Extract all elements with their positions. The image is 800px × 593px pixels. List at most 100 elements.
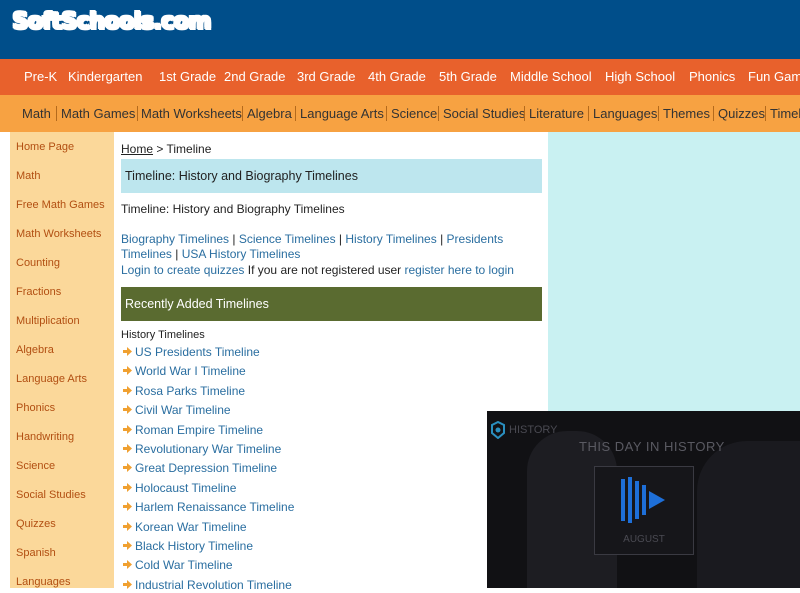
timeline-link[interactable]: Cold War Timeline	[135, 557, 233, 573]
timeline-link[interactable]: Rosa Parks Timeline	[135, 383, 245, 399]
nav-high-school[interactable]: High School	[605, 59, 675, 95]
arrow-right-icon	[123, 385, 132, 395]
nav-5th-grade[interactable]: 5th Grade	[439, 59, 497, 95]
video-background-figure	[697, 441, 800, 588]
timeline-link[interactable]: Civil War Timeline	[135, 402, 231, 418]
video-thumbnail[interactable]: AUGUST	[594, 466, 694, 555]
timeline-link[interactable]: Korean War Timeline	[135, 519, 247, 535]
breadcrumb-separator: >	[153, 142, 167, 156]
site-logo[interactable]: SoftSchools.com	[12, 9, 211, 35]
nav-timelines[interactable]: Timel	[770, 95, 800, 132]
timeline-link[interactable]: Revolutionary War Timeline	[135, 441, 281, 457]
sidebar-item-free-math-games[interactable]: Free Math Games	[16, 197, 105, 213]
nav-separator	[137, 106, 138, 121]
timeline-link[interactable]: Holocaust Timeline	[135, 480, 236, 496]
science-timelines-link[interactable]: Science Timelines	[239, 232, 336, 246]
login-line: Login to create quizzes If you are not r…	[121, 263, 514, 278]
nav-fun-games[interactable]: Fun Gam	[748, 59, 800, 95]
nav-literature[interactable]: Literature	[529, 95, 584, 132]
breadcrumb-home-link[interactable]: Home	[121, 142, 153, 156]
timeline-link[interactable]: Industrial Revolution Timeline	[135, 577, 292, 593]
nav-middle-school[interactable]: Middle School	[510, 59, 592, 95]
sidebar-item-social-studies[interactable]: Social Studies	[16, 487, 86, 503]
login-middle-text: If you are not registered user	[244, 263, 405, 277]
arrow-right-icon	[123, 560, 132, 570]
nav-4th-grade[interactable]: 4th Grade	[368, 59, 426, 95]
nav-science[interactable]: Science	[391, 95, 437, 132]
category-links-line-2: Timelines | USA History Timelines	[121, 247, 300, 262]
timeline-link[interactable]: Harlem Renaissance Timeline	[135, 499, 294, 515]
sidebar-item-handwriting[interactable]: Handwriting	[16, 429, 74, 445]
usa-history-timelines-link[interactable]: USA History Timelines	[182, 247, 301, 261]
nav-separator	[295, 106, 296, 121]
nav-separator	[56, 106, 57, 121]
sidebar-item-algebra[interactable]: Algebra	[16, 342, 54, 358]
sidebar-item-science[interactable]: Science	[16, 458, 55, 474]
arrow-right-icon	[123, 502, 132, 512]
sidebar-item-phonics[interactable]: Phonics	[16, 400, 55, 416]
nav-2nd-grade[interactable]: 2nd Grade	[224, 59, 285, 95]
presidents-timelines-link-cont[interactable]: Timelines	[121, 247, 172, 261]
sidebar-item-home-page[interactable]: Home Page	[16, 139, 74, 155]
nav-phonics[interactable]: Phonics	[689, 59, 735, 95]
page-title-bar: Timeline: History and Biography Timeline…	[121, 159, 542, 193]
sidebar-item-multiplication[interactable]: Multiplication	[16, 313, 80, 329]
arrow-right-icon	[123, 405, 132, 415]
timeline-link[interactable]: World War I Timeline	[135, 363, 246, 379]
subheading: Timeline: History and Biography Timeline…	[121, 202, 345, 216]
nav-themes[interactable]: Themes	[663, 95, 710, 132]
nav-separator	[438, 106, 439, 121]
sidebar: Home Page Math Free Math Games Math Work…	[10, 132, 114, 588]
history-logo-icon	[491, 421, 505, 439]
nav-quizzes[interactable]: Quizzes	[718, 95, 765, 132]
breadcrumb: Home > Timeline	[121, 141, 211, 157]
link-separator: |	[171, 247, 182, 261]
nav-math[interactable]: Math	[22, 95, 51, 132]
nav-language-arts[interactable]: Language Arts	[300, 95, 384, 132]
timeline-link[interactable]: Black History Timeline	[135, 538, 253, 554]
ad-panel	[548, 132, 800, 411]
arrow-right-icon	[123, 444, 132, 453]
nav-separator	[386, 106, 387, 121]
nav-languages[interactable]: Languages	[593, 95, 657, 132]
nav-math-worksheets[interactable]: Math Worksheets	[141, 95, 242, 132]
sidebar-item-fractions[interactable]: Fractions	[16, 284, 61, 300]
arrow-right-icon	[123, 366, 132, 376]
timeline-link[interactable]: Roman Empire Timeline	[135, 422, 263, 438]
nav-algebra[interactable]: Algebra	[247, 95, 292, 132]
arrow-right-icon	[123, 347, 132, 356]
nav-prek[interactable]: Pre-K	[24, 59, 57, 95]
register-link[interactable]: register here to login	[405, 263, 514, 277]
arrow-right-icon	[123, 424, 132, 434]
page-title: Timeline: History and Biography Timeline…	[125, 169, 358, 183]
sidebar-item-spanish[interactable]: Spanish	[16, 545, 56, 561]
presidents-timelines-link[interactable]: Presidents	[447, 232, 504, 246]
nav-kindergarten[interactable]: Kindergarten	[68, 59, 142, 95]
nav-separator	[713, 106, 714, 121]
site-header: SoftSchools.com	[0, 0, 800, 59]
nav-math-games[interactable]: Math Games	[61, 95, 135, 132]
video-player[interactable]: HISTORY THIS DAY IN HISTORY AUGUST	[487, 411, 800, 588]
biography-timelines-link[interactable]: Biography Timelines	[121, 232, 229, 246]
nav-1st-grade[interactable]: 1st Grade	[159, 59, 216, 95]
login-link[interactable]: Login to create quizzes	[121, 263, 244, 277]
logo-text: SoftSchools.com	[12, 9, 211, 34]
recently-added-title: Recently Added Timelines	[125, 297, 269, 311]
nav-separator	[588, 106, 589, 121]
recently-added-bar: Recently Added Timelines	[121, 287, 542, 321]
arrow-right-icon	[123, 541, 132, 550]
timeline-link[interactable]: US Presidents Timeline	[135, 344, 260, 360]
sidebar-item-math[interactable]: Math	[16, 168, 40, 184]
play-icon[interactable]	[619, 475, 671, 525]
sidebar-item-math-worksheets[interactable]: Math Worksheets	[16, 226, 101, 242]
nav-3rd-grade[interactable]: 3rd Grade	[297, 59, 356, 95]
nav-social-studies[interactable]: Social Studies	[443, 95, 525, 132]
timeline-link[interactable]: Great Depression Timeline	[135, 460, 277, 476]
sidebar-item-counting[interactable]: Counting	[16, 255, 60, 271]
history-timelines-link[interactable]: History Timelines	[345, 232, 436, 246]
sidebar-item-quizzes[interactable]: Quizzes	[16, 516, 56, 532]
arrow-right-icon	[123, 463, 132, 473]
sidebar-item-language-arts[interactable]: Language Arts	[16, 371, 87, 387]
video-title: THIS DAY IN HISTORY	[579, 439, 725, 454]
subject-nav: Math Math Games Math Worksheets Algebra …	[0, 95, 800, 132]
